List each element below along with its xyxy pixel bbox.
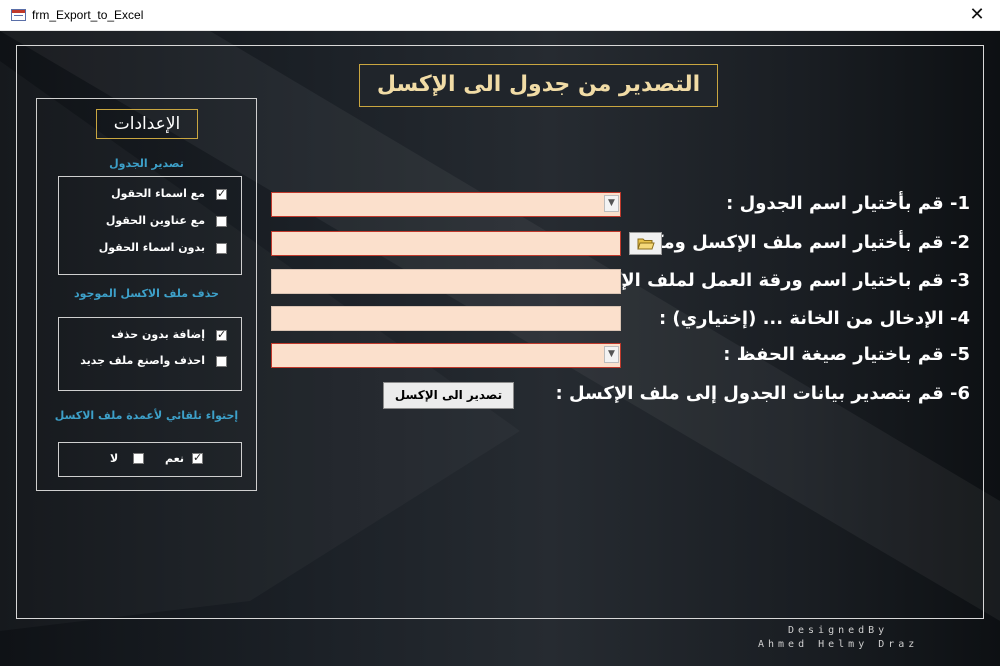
credit-designed-by: DesignedBy: [788, 625, 889, 636]
autofit-yes-checkbox[interactable]: [192, 451, 203, 464]
file-path-input[interactable]: [271, 231, 621, 256]
window-title: frm_Export_to_Excel: [32, 8, 144, 22]
browse-button[interactable]: [629, 232, 662, 255]
export-form: التصدير من جدول الى الإكسل الإعدادات تصد…: [0, 31, 1000, 666]
delete-existing-label: حذف ملف الاكسل الموجود: [74, 287, 219, 300]
start-cell-input[interactable]: [271, 306, 621, 331]
step-1-label: 1- قم بأختيار اسم الجدول :: [726, 193, 970, 214]
sheet-name-input[interactable]: [271, 269, 621, 294]
autofit-no-label: لا: [110, 452, 119, 465]
step-6-label: 6- قم بتصدير بيانات الجدول إلى ملف الإكس…: [555, 383, 971, 404]
table-name-select[interactable]: [271, 192, 621, 217]
page-title: التصدير من جدول الى الإكسل: [359, 64, 718, 107]
folder-open-icon: [636, 238, 655, 250]
option-with-field-captions-checkbox[interactable]: [216, 216, 227, 227]
option-without-field-names-label: بدون اسماء الحقول: [98, 241, 205, 254]
option-append-label: إضافة بدون حذف: [111, 328, 205, 341]
option-with-field-captions-label: مع عناوين الحقول: [105, 214, 205, 227]
export-table-group: مع اسماء الحقول مع عناوين الحقول بدون اس…: [58, 176, 242, 275]
close-icon[interactable]: ✕: [964, 4, 990, 26]
step-3-label: 3- قم باختيار اسم ورقة العمل لملف الإكسل…: [562, 270, 970, 291]
chevron-down-icon[interactable]: ▼: [604, 346, 619, 363]
option-recreate-label: احذف واصنع ملف جديد: [80, 354, 205, 367]
option-append-checkbox[interactable]: [216, 328, 227, 341]
option-recreate-checkbox[interactable]: [216, 356, 227, 367]
step-2-label: 2- قم بأختيار اسم ملف الإكسل ومكانه :: [615, 232, 970, 253]
autofit-label: إحتواء تلقائي لأعمدة ملف الاكسل: [54, 409, 239, 422]
step-4-label: 4- الإدخال من الخانة ... (إختياري) :: [658, 308, 970, 329]
option-with-field-names-label: مع اسماء الحقول: [111, 187, 205, 200]
option-without-field-names-checkbox[interactable]: [216, 243, 227, 254]
export-table-label: تصدير الجدول: [109, 157, 184, 170]
save-format-select[interactable]: [271, 343, 621, 368]
delete-existing-group: إضافة بدون حذف احذف واصنع ملف جديد: [58, 317, 242, 391]
form-icon: [11, 9, 26, 21]
autofit-no-checkbox[interactable]: [133, 453, 144, 464]
option-with-field-names-checkbox[interactable]: [216, 187, 227, 200]
step-5-label: 5- قم باختيار صيغة الحفظ :: [723, 344, 970, 365]
autofit-group: نعم لا: [58, 442, 242, 477]
credit-author: Ahmed Helmy Draz: [758, 639, 919, 650]
settings-panel: الإعدادات تصدير الجدول مع اسماء الحقول م…: [36, 98, 257, 491]
autofit-yes-label: نعم: [165, 452, 184, 465]
settings-title: الإعدادات: [96, 109, 198, 139]
export-button[interactable]: تصدير الى الإكسل: [383, 382, 514, 409]
window-titlebar: frm_Export_to_Excel ✕: [0, 0, 1000, 31]
chevron-down-icon[interactable]: ▼: [604, 195, 619, 212]
